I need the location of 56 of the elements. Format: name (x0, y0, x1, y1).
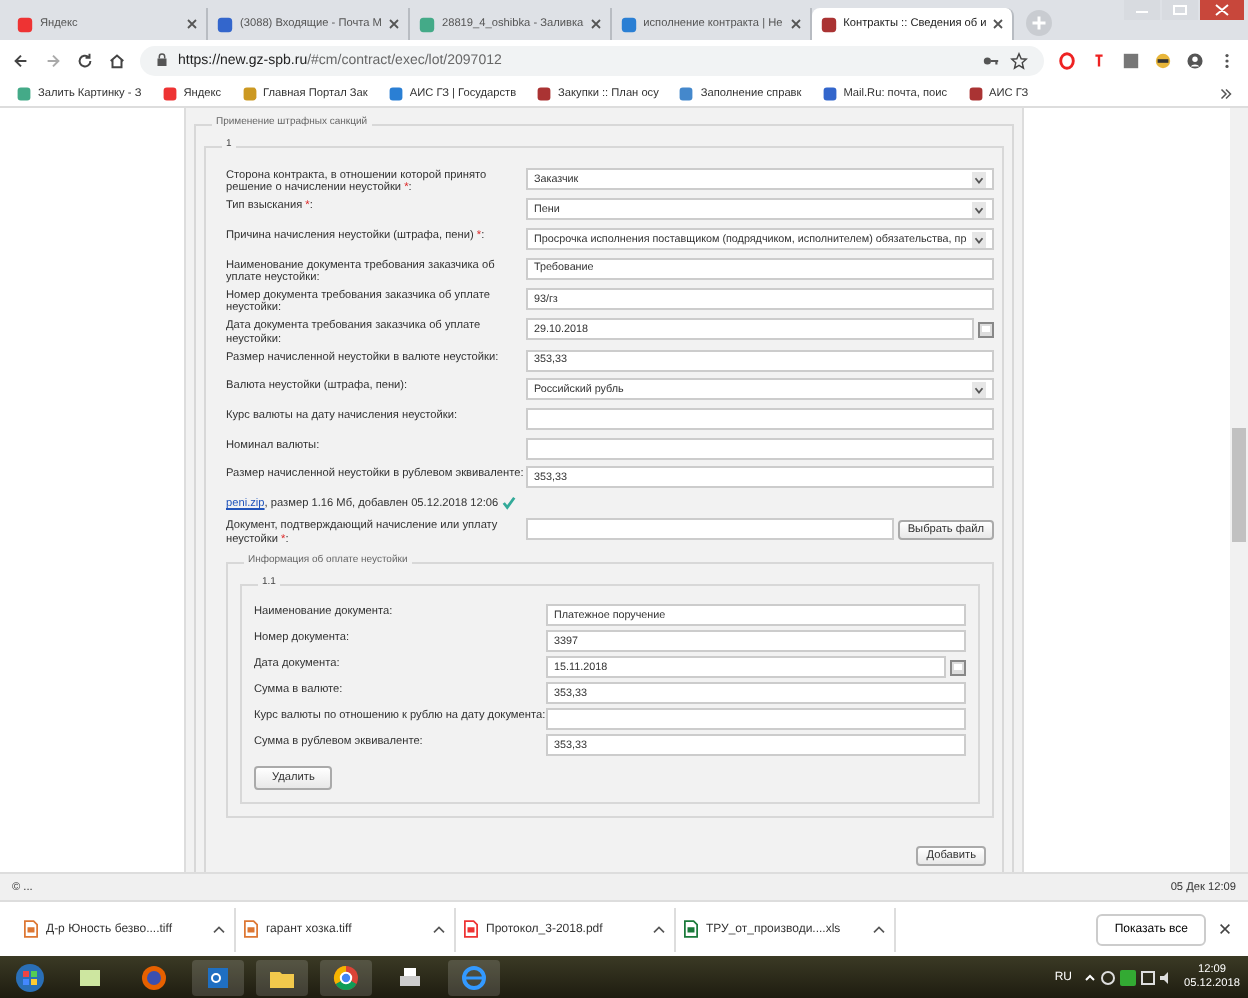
text-field[interactable] (546, 708, 966, 731)
lock-icon (156, 52, 168, 68)
caret-icon[interactable] (872, 924, 886, 934)
close-icon[interactable] (1218, 922, 1232, 936)
text-field[interactable] (526, 437, 994, 460)
caret-icon[interactable] (432, 924, 446, 934)
site-icon (387, 85, 404, 101)
dropdown-arrow-icon (972, 171, 986, 187)
scrollbar[interactable] (1230, 108, 1248, 872)
site-icon (821, 85, 838, 101)
site-icon (536, 85, 553, 101)
dropdown-arrow-icon (972, 381, 986, 398)
file-icon (464, 920, 478, 938)
site-icon (161, 85, 178, 101)
file-field[interactable] (526, 518, 894, 541)
site-icon (967, 85, 984, 101)
account-icon[interactable] (1186, 51, 1204, 69)
chevron-icon[interactable] (1220, 87, 1232, 99)
close-icon[interactable] (789, 18, 802, 30)
extension-icon[interactable] (1154, 51, 1172, 69)
site-icon (16, 85, 32, 101)
outlook-icon[interactable] (192, 959, 244, 995)
chrome-icon[interactable] (320, 959, 372, 995)
star-icon[interactable] (1010, 51, 1028, 69)
window-controls-icon[interactable] (1124, 0, 1244, 24)
close-icon[interactable] (992, 18, 1005, 30)
key-icon[interactable] (982, 51, 1000, 69)
site-icon (216, 15, 234, 33)
checkmark-icon[interactable] (502, 496, 517, 511)
calendar-icon[interactable] (950, 659, 966, 676)
site-icon (678, 85, 695, 101)
tray-icons[interactable] (1084, 967, 1172, 987)
dropdown-arrow-icon (972, 201, 986, 218)
caret-icon[interactable] (212, 924, 226, 934)
close-icon[interactable] (387, 18, 400, 30)
text-field[interactable] (526, 408, 994, 430)
calendar-icon[interactable] (978, 321, 994, 338)
back-icon[interactable] (12, 51, 30, 69)
site-icon (619, 15, 638, 33)
opera-icon[interactable] (1058, 51, 1076, 69)
reload-icon[interactable] (76, 51, 94, 69)
caret-icon[interactable] (652, 924, 666, 934)
home-icon[interactable] (108, 51, 126, 69)
file-icon (684, 920, 698, 938)
internet-explorer-icon[interactable] (448, 959, 500, 995)
site-icon (417, 15, 436, 33)
folder-icon[interactable] (256, 959, 308, 995)
file-icon (244, 920, 258, 938)
close-icon[interactable] (186, 18, 198, 30)
file-icon (24, 920, 38, 938)
site-icon (241, 85, 258, 101)
site-icon (819, 15, 838, 33)
scrollbar-thumb[interactable] (1232, 428, 1246, 542)
close-icon[interactable] (589, 18, 602, 30)
dropdown-arrow-icon (972, 231, 986, 247)
site-icon (16, 15, 34, 33)
